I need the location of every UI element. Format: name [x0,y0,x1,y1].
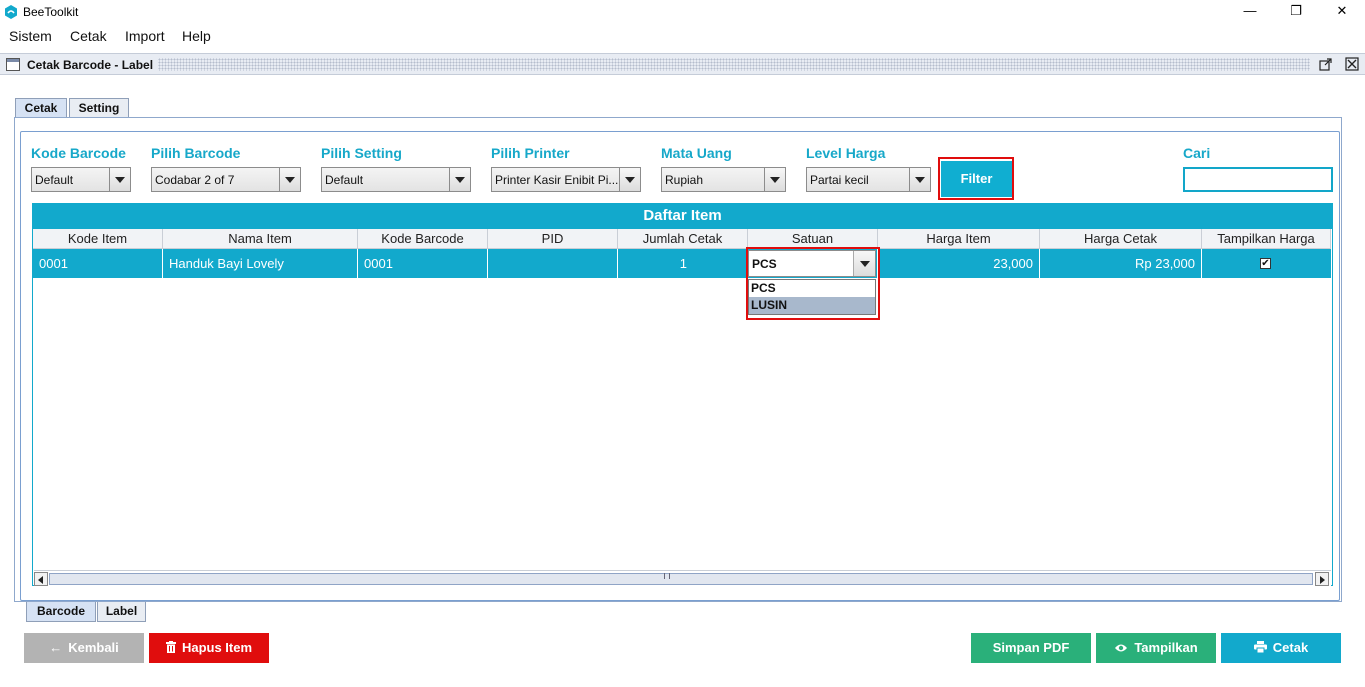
label-pilih-barcode: Pilih Barcode [151,145,241,161]
pilih-printer-select[interactable]: Printer Kasir Enibit Pi... [491,167,641,192]
mata-uang-select[interactable]: Rupiah [661,167,786,192]
search-input[interactable] [1183,167,1333,192]
label-kode-barcode: Kode Barcode [31,145,126,161]
beetoolkit-logo-icon [5,5,17,19]
label-cari: Cari [1183,145,1211,161]
scroll-grip-icon [664,573,670,579]
hapus-item-button[interactable]: Hapus Item [149,633,269,663]
minimize-button[interactable]: — [1227,0,1273,24]
kembali-label: Kembali [68,640,119,655]
column-header[interactable]: Harga Item [878,229,1040,249]
tab-barcode[interactable]: Barcode [26,602,96,622]
eye-icon [1114,633,1128,663]
cetak-button[interactable]: Cetak [1221,633,1341,663]
tampilkan-button[interactable]: Tampilkan [1096,633,1216,663]
scroll-right-icon[interactable] [1315,572,1329,586]
column-header[interactable]: Satuan [748,229,878,249]
kode-barcode-value: Default [35,173,74,187]
app-title: BeeToolkit [23,5,79,19]
restore-button[interactable]: ❐ [1273,0,1319,24]
column-header[interactable]: Jumlah Cetak [618,229,748,249]
menu-sistem[interactable]: Sistem [9,28,52,44]
pilih-setting-value: Default [325,173,364,187]
hapus-item-label: Hapus Item [181,640,253,655]
cell-kode-item[interactable]: 0001 [33,249,163,278]
label-mata-uang: Mata Uang [661,145,732,161]
cell-pid[interactable] [488,249,618,278]
cell-jumlah-cetak[interactable]: 1 [618,249,748,278]
table-row[interactable]: 0001 Handuk Bayi Lovely 0001 1 23,000 Rp… [33,249,1331,278]
menu-import[interactable]: Import [125,28,165,44]
pilih-barcode-value: Codabar 2 of 7 [155,173,235,187]
frame-close-icon[interactable] [1345,57,1359,71]
tampilkan-label: Tampilkan [1134,640,1198,655]
frame-title: Cetak Barcode - Label [27,58,154,72]
detach-icon[interactable] [1319,57,1333,71]
menu-bar: Sistem Cetak Import Help [0,24,1365,50]
satuan-highlight-box [746,247,880,320]
label-level-harga: Level Harga [806,145,886,161]
table-title: Daftar Item [32,203,1333,229]
pilih-barcode-select[interactable]: Codabar 2 of 7 [151,167,301,192]
filter-highlight-box [938,157,1014,200]
horizontal-scrollbar[interactable] [34,570,1331,586]
chevron-down-icon[interactable] [909,168,930,191]
cetak-label: Cetak [1272,640,1309,655]
table-frame [32,229,1333,586]
printer-icon [1253,633,1267,663]
label-pilih-setting: Pilih Setting [321,145,402,161]
level-harga-value: Partai kecil [810,173,869,187]
kode-barcode-select[interactable]: Default [31,167,131,192]
simpan-pdf-button[interactable]: Simpan PDF [971,633,1091,663]
chevron-down-icon[interactable] [449,168,470,191]
tab-cetak[interactable]: Cetak [15,98,67,118]
close-button[interactable]: ✕ [1319,0,1365,24]
scroll-left-icon[interactable] [34,572,48,586]
title-bar: BeeToolkit — ❐ ✕ [0,0,1365,24]
column-header[interactable]: Tampilkan Harga [1202,229,1331,249]
cell-harga-cetak[interactable]: Rp 23,000 [1040,249,1202,278]
title-texture [158,58,1310,71]
kembali-button[interactable]: ← Kembali [24,633,144,663]
label-pilih-printer: Pilih Printer [491,145,570,161]
chevron-down-icon[interactable] [279,168,300,191]
window-icon [6,58,20,71]
scroll-thumb[interactable] [49,573,1313,585]
column-header[interactable]: Kode Barcode [358,229,488,249]
level-harga-select[interactable]: Partai kecil [806,167,931,192]
column-header[interactable]: Nama Item [163,229,358,249]
cell-kode-barcode[interactable]: 0001 [358,249,488,278]
arrow-left-icon: ← [49,640,63,655]
tab-setting[interactable]: Setting [69,98,129,118]
column-header[interactable]: PID [488,229,618,249]
tampilkan-harga-checkbox[interactable]: ✔ [1260,258,1271,269]
chevron-down-icon[interactable] [109,168,130,191]
column-header[interactable]: Kode Item [33,229,163,249]
menu-help[interactable]: Help [182,28,211,44]
tab-label[interactable]: Label [97,602,146,622]
menu-cetak[interactable]: Cetak [70,28,107,44]
pilih-setting-select[interactable]: Default [321,167,471,192]
mata-uang-value: Rupiah [665,173,704,187]
trash-icon [165,633,176,663]
column-header[interactable]: Harga Cetak [1040,229,1202,249]
chevron-down-icon[interactable] [764,168,785,191]
cell-nama-item[interactable]: Handuk Bayi Lovely [163,249,358,278]
cell-harga-item[interactable]: 23,000 [878,249,1040,278]
pilih-printer-value: Printer Kasir Enibit Pi... [495,173,619,187]
internal-frame-header: Cetak Barcode - Label [0,53,1365,75]
chevron-down-icon[interactable] [619,168,640,191]
